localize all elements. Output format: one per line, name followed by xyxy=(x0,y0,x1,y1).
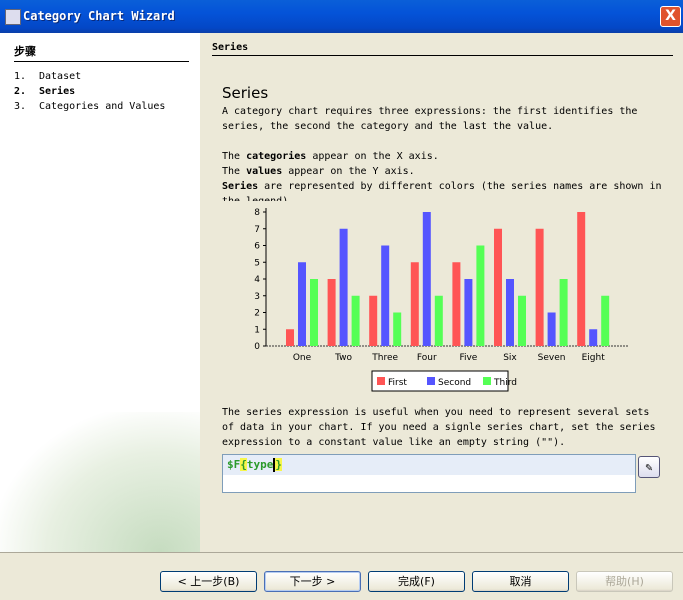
bar-first xyxy=(286,329,294,346)
legend-label: Third xyxy=(493,378,517,388)
bar-first xyxy=(452,262,461,346)
window-title: Category Chart Wizard xyxy=(23,9,175,23)
bar-third xyxy=(351,295,360,346)
y-tick-label: 6 xyxy=(254,242,260,252)
back-button[interactable]: < 上一步(B) xyxy=(160,571,257,592)
bar-first xyxy=(535,228,544,346)
bar-second xyxy=(547,312,556,346)
decorative-graphic xyxy=(0,412,200,552)
title-bar: Category Chart Wizard X xyxy=(0,0,683,33)
legend-label: First xyxy=(388,378,407,388)
pencil-icon: ✎ xyxy=(645,460,653,474)
bar-first xyxy=(410,262,419,346)
bar-first xyxy=(369,295,378,346)
y-tick-label: 2 xyxy=(254,309,260,319)
legend-swatch xyxy=(377,377,385,385)
bar-third xyxy=(434,295,443,346)
x-tick-label: Eight xyxy=(582,353,606,363)
bar-third xyxy=(476,245,485,346)
series-description: The series expression is useful when you… xyxy=(222,407,656,448)
divider xyxy=(0,552,683,553)
y-tick-label: 1 xyxy=(254,325,260,335)
y-tick-label: 8 xyxy=(254,208,260,218)
bar-third xyxy=(310,279,318,346)
bar-second xyxy=(506,279,514,346)
bar-second xyxy=(381,245,390,346)
bar-third xyxy=(393,312,402,346)
panel-header: Series xyxy=(212,42,673,56)
sample-bar-chart: 0 1 2 3 4 5 6 7 8 One Two Three Four Five Six Seven Eigh… xyxy=(254,208,628,392)
x-tick-label: Three xyxy=(371,353,398,363)
x-tick-label: Seven xyxy=(538,353,566,363)
y-tick-label: 7 xyxy=(254,225,260,235)
legend-label: Second xyxy=(438,378,471,388)
bar-third xyxy=(518,295,526,346)
bar-second xyxy=(589,329,598,346)
x-tick-label: Six xyxy=(503,353,517,363)
x-tick-label: Five xyxy=(459,353,477,363)
explanation-text: The categories appear on the X axis. The… xyxy=(222,151,662,201)
bar-third xyxy=(559,279,568,346)
y-tick-label: 3 xyxy=(254,292,260,302)
y-tick-label: 5 xyxy=(254,258,260,268)
bar-first xyxy=(577,212,586,346)
bar-first xyxy=(327,279,336,346)
steps-heading: 步骤 xyxy=(14,43,189,62)
x-tick-label: Four xyxy=(417,353,437,363)
x-tick-label: One xyxy=(293,353,312,363)
section-title: Series xyxy=(222,84,269,102)
bar-second xyxy=(422,212,431,346)
step-series: 2. Series xyxy=(14,86,76,97)
steps-panel: 步骤 1. Dataset 2. Series 3. Categories and V… xyxy=(0,33,200,552)
series-expression-input[interactable]: $F{type} xyxy=(222,454,636,493)
x-tick-label: Two xyxy=(334,353,352,363)
app-icon xyxy=(5,9,21,25)
step-dataset: 1. Dataset xyxy=(14,71,82,82)
legend-swatch xyxy=(427,377,435,385)
expression-editor-button[interactable]: ✎ xyxy=(638,456,660,478)
close-button[interactable]: X xyxy=(660,6,681,27)
step-categories-values: 3. Categories and Values xyxy=(14,101,166,112)
help-button: 帮助(H) xyxy=(576,571,673,592)
intro-text: A category chart requires three expressi… xyxy=(222,106,638,132)
next-button[interactable]: 下一步 > xyxy=(264,571,361,592)
legend-swatch xyxy=(483,377,491,385)
finish-button[interactable]: 完成(F) xyxy=(368,571,465,592)
y-tick-label: 0 xyxy=(254,342,260,352)
bar-second xyxy=(298,262,306,346)
bar-first xyxy=(494,228,502,346)
cancel-button[interactable]: 取消 xyxy=(472,571,569,592)
y-tick-label: 4 xyxy=(254,275,260,285)
bar-third xyxy=(601,295,610,346)
bar-second xyxy=(339,228,348,346)
bar-second xyxy=(464,279,473,346)
